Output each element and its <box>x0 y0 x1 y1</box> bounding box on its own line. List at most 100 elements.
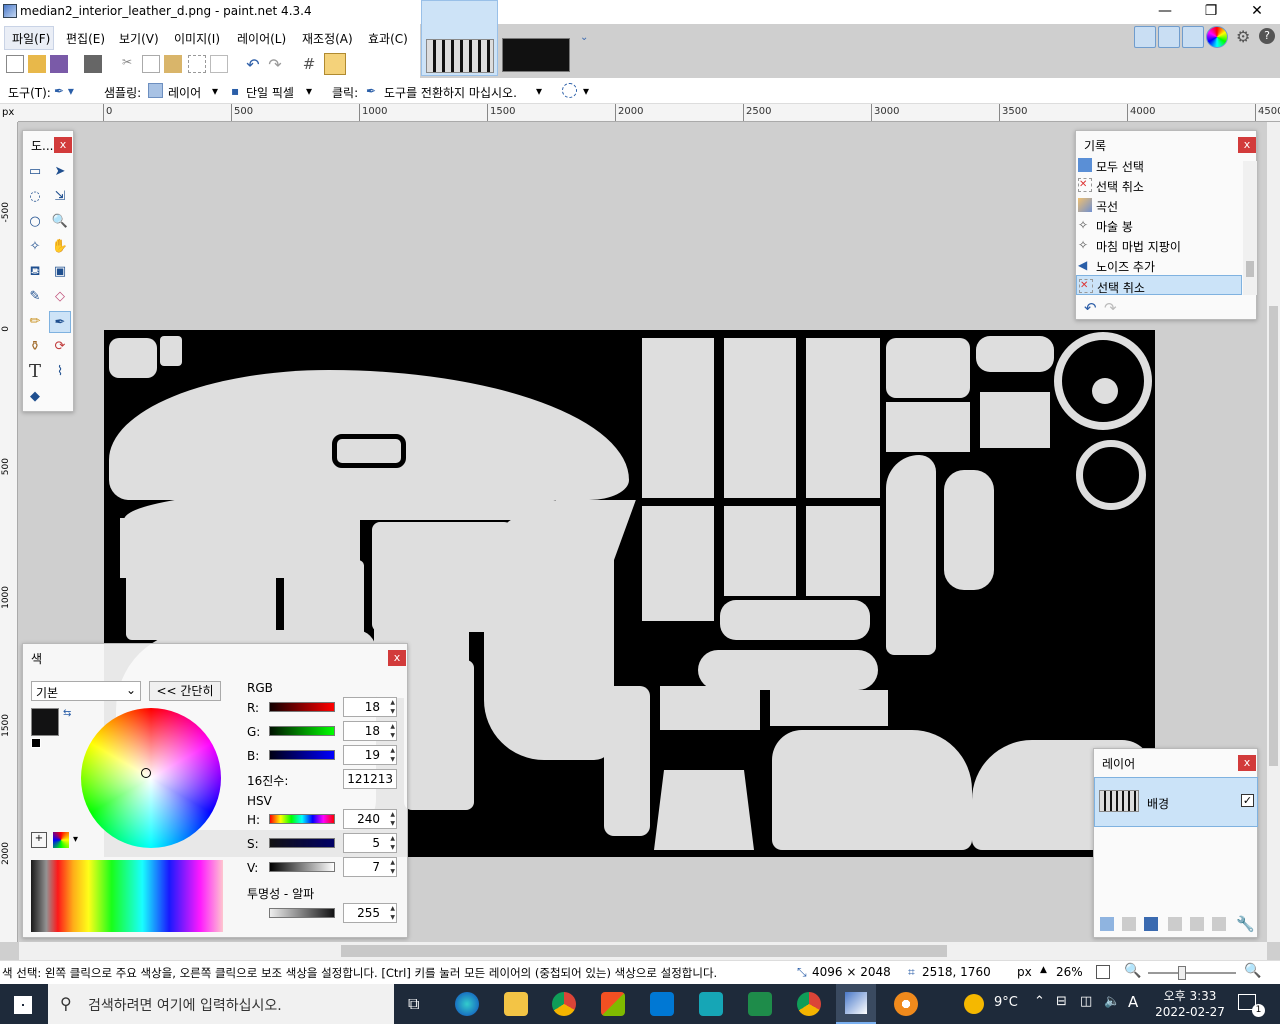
text-tool-icon[interactable]: T <box>24 361 46 383</box>
gradient-icon[interactable]: ▣ <box>49 261 71 283</box>
crop-to-selection-icon[interactable] <box>188 55 206 73</box>
edge-browser-icon[interactable] <box>455 992 479 1016</box>
clock-date[interactable]: 2022-02-27 <box>1150 1005 1230 1019</box>
paste-icon[interactable] <box>164 55 182 73</box>
chrome-icon-2[interactable] <box>797 992 821 1016</box>
undo-icon[interactable]: ↶ <box>244 55 262 74</box>
image-tab-2[interactable] <box>502 38 570 72</box>
copy-icon[interactable] <box>142 55 160 73</box>
zoom-out-icon[interactable]: 🔍 <box>1124 963 1141 979</box>
color-palette-grid[interactable] <box>31 860 223 932</box>
history-item[interactable]: ✧ 마침 마법 지팡이 <box>1076 235 1242 255</box>
line-curve-icon[interactable]: ⌇ <box>49 361 71 383</box>
delete-layer-icon[interactable] <box>1122 917 1136 931</box>
horizontal-scrollbar[interactable] <box>19 942 1267 960</box>
history-item[interactable]: 곡선 <box>1076 195 1242 215</box>
history-item[interactable]: 모두 선택 <box>1076 155 1242 175</box>
palette-menu-arrow-icon[interactable]: ▾ <box>73 834 78 845</box>
click-behavior-dropdown[interactable]: 도구를 전환하지 마십시오. <box>384 84 517 101</box>
history-item[interactable]: ✧ 마술 봉 <box>1076 215 1242 235</box>
tray-chevron-icon[interactable]: ⌃ <box>1034 994 1045 1009</box>
menu-effects[interactable]: 효과(C) <box>368 30 408 47</box>
maps-icon[interactable] <box>748 992 772 1016</box>
vertical-scrollbar[interactable] <box>1267 122 1280 942</box>
blue-slider[interactable] <box>269 750 335 760</box>
pencil-icon[interactable]: ✏ <box>24 311 46 333</box>
value-slider[interactable] <box>269 862 335 872</box>
color-picker-tool-icon[interactable]: ✒ ▾ <box>54 84 74 98</box>
vertical-scroll-thumb[interactable] <box>1269 306 1278 766</box>
less-toggle-button[interactable]: << 간단히 <box>149 681 221 701</box>
menu-edit[interactable]: 편집(E) <box>66 30 105 47</box>
duplicate-layer-icon[interactable] <box>1144 917 1158 931</box>
hue-slider[interactable] <box>269 814 335 824</box>
blue-input[interactable]: 19 <box>343 745 397 765</box>
hex-input[interactable]: 121213 <box>343 769 397 789</box>
print-icon[interactable] <box>84 55 102 73</box>
units-dropdown-arrow-icon[interactable]: ▲ <box>1040 965 1047 975</box>
merge-layer-icon[interactable] <box>1168 917 1182 931</box>
open-folder-icon[interactable] <box>28 55 46 73</box>
recolor-icon[interactable]: ⟳ <box>49 336 71 358</box>
history-scrollbar[interactable] <box>1243 161 1257 295</box>
paintnet-taskbar-button[interactable] <box>836 984 876 1024</box>
history-close-button[interactable]: x <box>1238 137 1256 153</box>
zoom-level[interactable]: 26% <box>1056 965 1083 979</box>
layer-properties-icon[interactable]: 🔧 <box>1236 915 1255 933</box>
taskbar-search-box[interactable]: ⚲ 검색하려면 여기에 입력하십시오. <box>48 984 394 1024</box>
app-icon[interactable] <box>699 992 723 1016</box>
sampling-mode-arrow-icon[interactable]: ▾ <box>306 84 312 98</box>
image-tab-active[interactable] <box>421 0 498 76</box>
history-undo-icon[interactable]: ↶ <box>1084 299 1097 317</box>
tabs-overflow-icon[interactable]: ⌄ <box>580 32 588 43</box>
menu-view[interactable]: 보기(V) <box>119 30 159 47</box>
history-item[interactable]: ◀ 노이즈 추가 <box>1076 255 1242 275</box>
pan-hand-icon[interactable]: ✋ <box>49 236 71 258</box>
saturation-input[interactable]: 5 <box>343 833 397 853</box>
clock-time[interactable]: 오후 3:33 <box>1158 987 1222 1004</box>
weather-icon[interactable] <box>964 994 984 1014</box>
zoom-icon[interactable]: 🔍 <box>49 211 71 233</box>
menu-image[interactable]: 이미지(I) <box>174 30 220 47</box>
rectangle-select-icon[interactable]: ▭ <box>24 161 46 183</box>
layers-window-toggle-icon[interactable] <box>1182 26 1204 48</box>
green-input[interactable]: 18 <box>343 721 397 741</box>
eraser-icon[interactable]: ◇ <box>49 286 71 308</box>
red-slider[interactable] <box>269 702 335 712</box>
swap-colors-icon[interactable]: ⇆ <box>63 708 71 719</box>
blender-icon[interactable] <box>894 992 918 1016</box>
click-behavior-arrow-icon[interactable]: ▾ <box>536 84 542 98</box>
color-wheel[interactable] <box>81 708 221 848</box>
close-window-button[interactable]: ✕ <box>1234 0 1280 24</box>
menu-file[interactable]: 파일(F) <box>12 30 50 47</box>
history-redo-icon[interactable]: ↷ <box>1104 299 1117 317</box>
task-view-icon[interactable]: ⧉ <box>408 994 419 1014</box>
settings-gear-icon[interactable]: ⚙ <box>1236 27 1250 46</box>
save-icon[interactable] <box>50 55 68 73</box>
new-file-icon[interactable] <box>6 55 24 73</box>
ime-indicator[interactable]: A <box>1128 993 1138 1011</box>
history-item-selected[interactable]: ✕ 선택 취소 <box>1076 275 1242 295</box>
color-picker-icon[interactable]: ✒ <box>49 311 71 333</box>
sampling-dropdown[interactable]: 레이어 <box>168 84 201 101</box>
value-input[interactable]: 7 <box>343 857 397 877</box>
help-icon[interactable]: ? <box>1259 28 1275 44</box>
rulers-toggle-icon[interactable] <box>324 53 346 75</box>
red-input[interactable]: 18 <box>343 697 397 717</box>
history-scroll-thumb[interactable] <box>1246 261 1254 277</box>
add-layer-icon[interactable] <box>1100 917 1114 931</box>
hue-input[interactable]: 240 <box>343 809 397 829</box>
cut-icon[interactable]: ✂ <box>118 55 136 73</box>
lasso-select-icon[interactable]: ◌ <box>24 186 46 208</box>
green-slider[interactable] <box>269 726 335 736</box>
grid-icon[interactable]: # <box>300 55 318 73</box>
move-layer-up-icon[interactable] <box>1190 917 1204 931</box>
zoom-to-window-icon[interactable] <box>1096 965 1110 979</box>
tools-close-button[interactable]: x <box>54 137 72 153</box>
saturation-slider[interactable] <box>269 838 335 848</box>
chrome-icon[interactable] <box>552 992 576 1016</box>
layer-visibility-checkbox[interactable]: ✓ <box>1241 794 1254 807</box>
clone-stamp-icon[interactable]: ⚱ <box>24 336 46 358</box>
volume-icon[interactable]: 🔈 <box>1104 994 1120 1009</box>
shapes-icon[interactable]: ◆ <box>24 386 46 408</box>
